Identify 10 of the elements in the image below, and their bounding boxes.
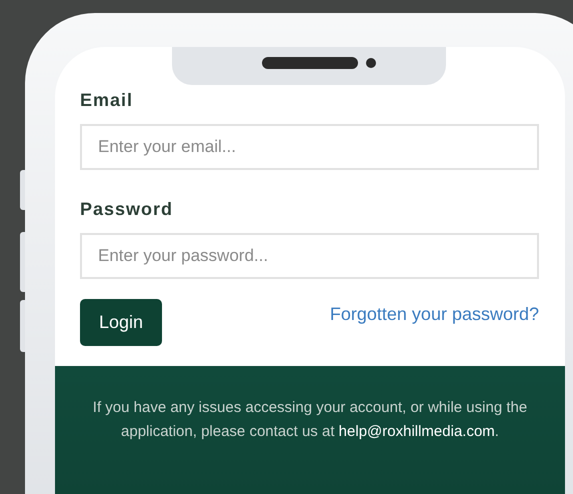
camera-icon [366, 58, 376, 68]
login-button[interactable]: Login [80, 299, 162, 346]
input-field[interactable]: Enter your email... [80, 124, 539, 170]
input-field[interactable]: Enter your password... [80, 233, 539, 279]
email-link[interactable]: help@roxhillmedia.com [338, 423, 495, 440]
field-label: Password [80, 198, 174, 221]
speaker-icon [262, 57, 358, 69]
help-text: If you have any issues accessing your account, or while using the application, please contact us at help@roxhillmedia.com. [92, 398, 528, 442]
forgot-password-link[interactable]: Forgotten your password? [330, 301, 539, 328]
field-label: Email [80, 89, 134, 112]
